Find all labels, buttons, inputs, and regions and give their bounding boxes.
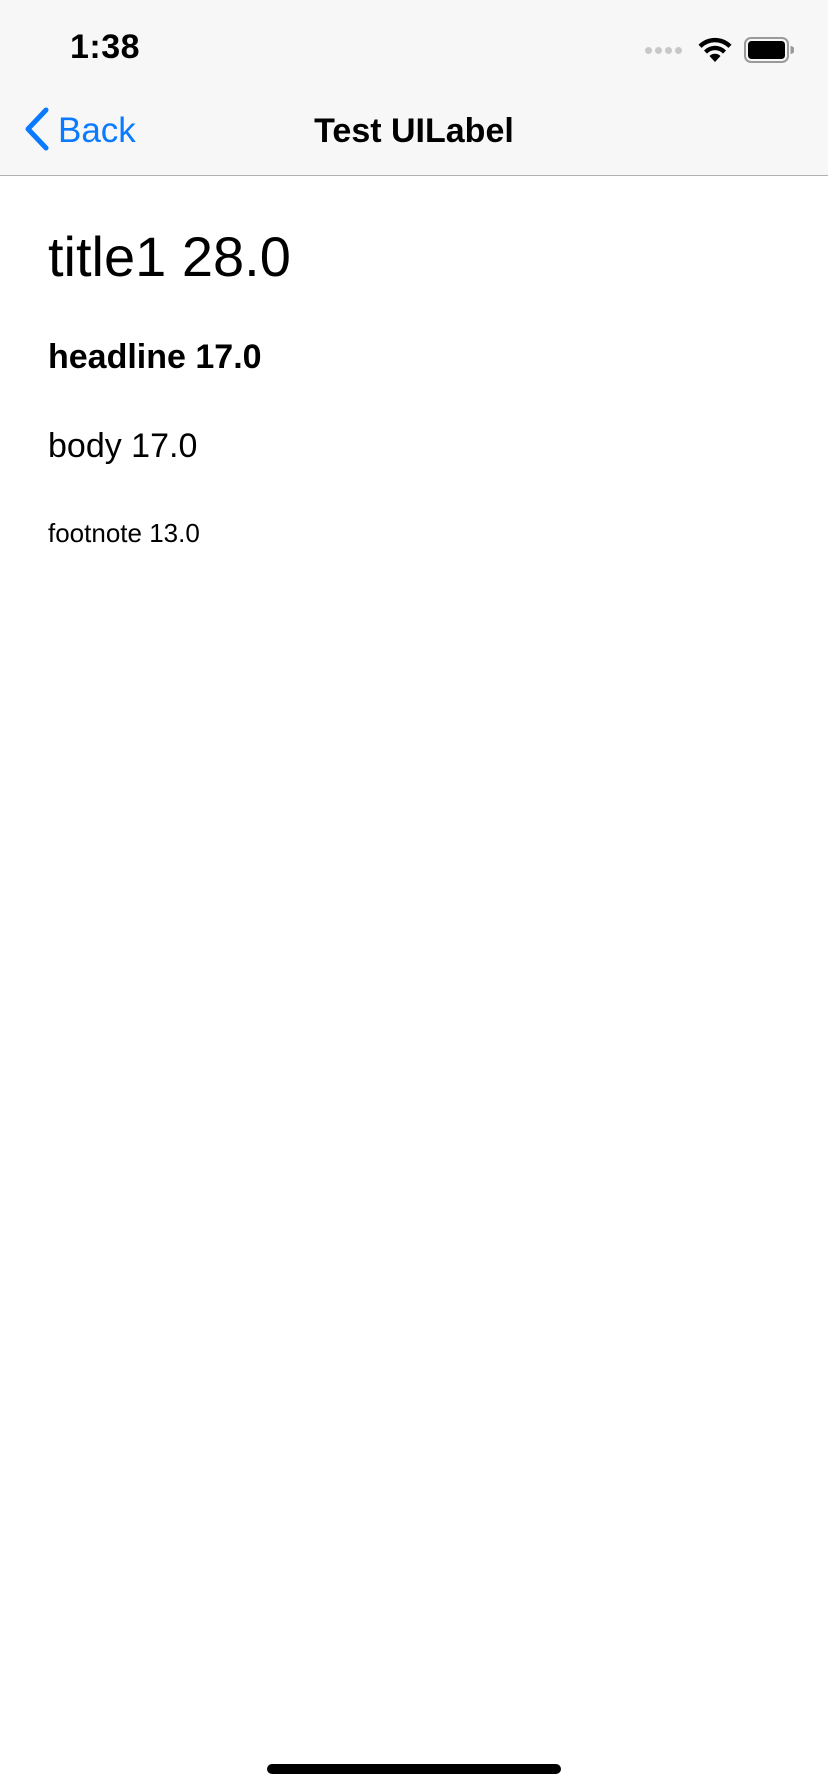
- footnote-label: footnote 13.0: [48, 518, 200, 548]
- battery-icon: [744, 37, 794, 63]
- cellular-signal-icon: [645, 46, 682, 54]
- wifi-icon: [698, 37, 732, 63]
- body-label: body 17.0: [48, 427, 198, 465]
- status-time: 1:38: [70, 28, 141, 66]
- screen: 1:38 Back Test UILabel title1 28.0 headl…: [0, 0, 828, 1792]
- navigation-bar: 1:38 Back Test UILabel: [0, 0, 828, 176]
- headline-label: headline 17.0: [48, 338, 262, 376]
- title1-label: title1 28.0: [48, 225, 291, 288]
- status-indicators: [645, 36, 794, 64]
- home-indicator[interactable]: [267, 1764, 561, 1774]
- page-title: Test UILabel: [314, 112, 514, 150]
